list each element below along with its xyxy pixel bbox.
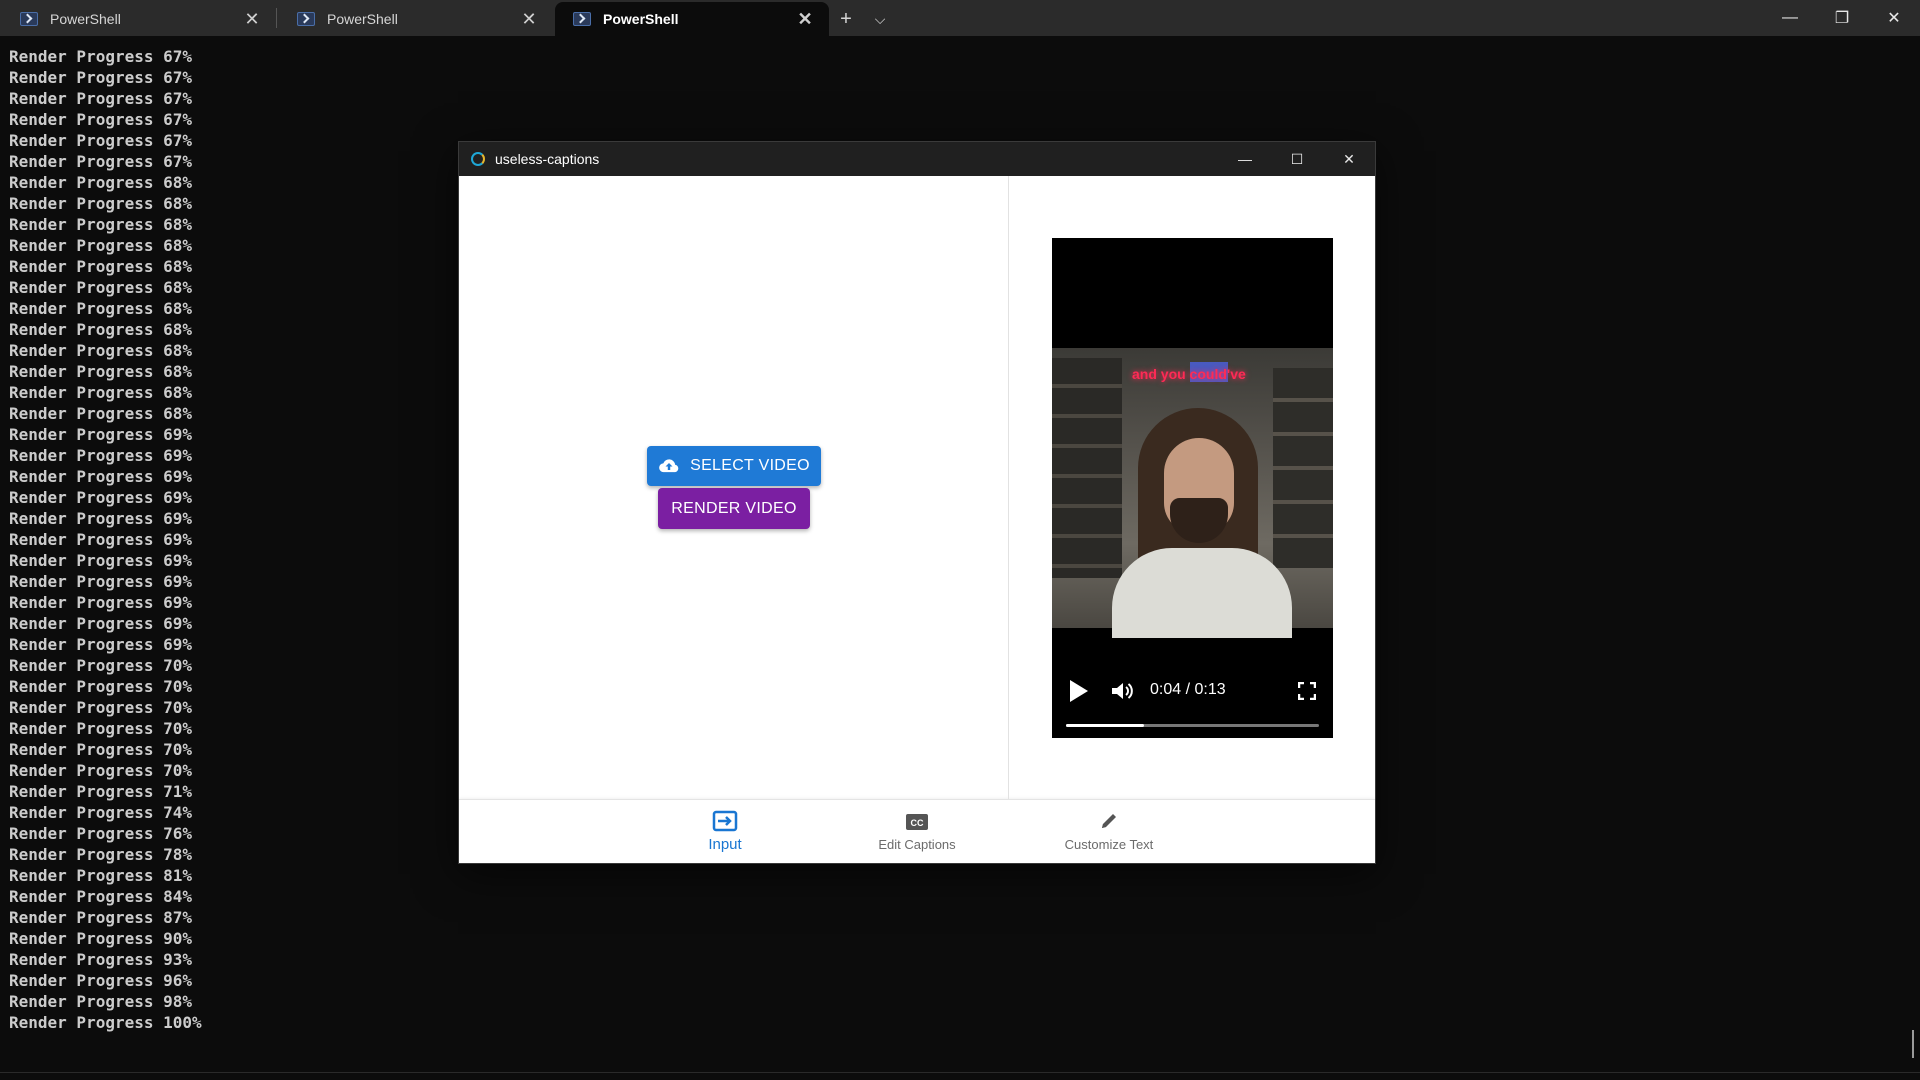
video-time: 0:04 / 0:13 (1150, 681, 1226, 698)
closed-captions-icon: CC (906, 814, 928, 830)
app-window-controls: — ☐ ✕ (1219, 142, 1375, 176)
terminal-line: Render Progress 90% (9, 929, 193, 948)
tab-powershell-3[interactable]: PowerShell ✕ (555, 2, 829, 36)
close-icon[interactable]: ✕ (1323, 142, 1375, 176)
tab-label: PowerShell (603, 11, 679, 27)
restore-icon[interactable]: ❐ (1816, 0, 1868, 36)
new-tab-icon[interactable]: + (829, 2, 863, 36)
terminal-line: Render Progress 98% (9, 992, 193, 1011)
terminal-line: Render Progress 100% (9, 1013, 202, 1032)
tab-label: PowerShell (50, 11, 121, 27)
terminal-line: Render Progress 67% (9, 89, 193, 108)
video-player[interactable]: and you could've 0:04 / 0:13 (1052, 238, 1333, 738)
close-icon[interactable]: ✕ (519, 9, 539, 29)
tab-separator (276, 8, 277, 28)
terminal-line: Render Progress 93% (9, 950, 193, 969)
close-icon[interactable]: ✕ (242, 9, 262, 29)
select-video-label: SELECT VIDEO (690, 457, 810, 474)
terminal-line: Render Progress 67% (9, 68, 193, 87)
select-video-button[interactable]: SELECT VIDEO (647, 446, 821, 486)
nav-input[interactable]: Input (629, 800, 821, 863)
scrollbar-thumb[interactable] (1912, 1030, 1914, 1058)
pencil-icon (1102, 814, 1116, 828)
render-video-label: RENDER VIDEO (671, 499, 797, 517)
terminal-line: Render Progress 84% (9, 887, 193, 906)
render-video-button[interactable]: RENDER VIDEO (658, 488, 810, 529)
minimize-icon[interactable]: — (1764, 0, 1816, 36)
close-window-icon[interactable]: ✕ (1868, 0, 1920, 36)
nav-edit-captions[interactable]: CC Edit Captions (821, 800, 1013, 863)
app-titlebar: useless-captions — ☐ ✕ (459, 142, 1375, 176)
input-pane: SELECT VIDEO RENDER VIDEO (459, 176, 1009, 799)
window-controls: — ❐ ✕ (1764, 0, 1920, 36)
fullscreen-icon[interactable] (1298, 682, 1316, 700)
maximize-icon[interactable]: ☐ (1271, 142, 1323, 176)
terminal-bottom-border (0, 1072, 1920, 1073)
chevron-down-icon[interactable]: ⌵ (863, 2, 897, 36)
caption-overlay: and you could've (1132, 366, 1246, 382)
close-icon[interactable]: ✕ (795, 9, 815, 29)
app-title: useless-captions (495, 151, 600, 167)
powershell-icon (297, 12, 315, 26)
app-logo-icon (471, 152, 485, 166)
nav-input-label: Input (708, 836, 742, 853)
preview-pane: and you could've 0:04 / 0:13 (1009, 176, 1375, 799)
terminal-line: Render Progress 67% (9, 110, 193, 129)
play-icon[interactable] (1070, 680, 1088, 702)
cloud-upload-icon (659, 459, 679, 473)
powershell-icon (573, 12, 591, 26)
video-shirt (1112, 548, 1292, 638)
video-controls: 0:04 / 0:13 (1052, 658, 1333, 738)
app-window: useless-captions — ☐ ✕ SELECT VIDEO REND… (458, 141, 1376, 864)
terminal-line: Render Progress 96% (9, 971, 193, 990)
bottom-navigation: Input CC Edit Captions Customize Text (459, 799, 1375, 863)
tab-powershell-1[interactable]: PowerShell ✕ (2, 2, 276, 36)
video-seek-fill (1066, 724, 1145, 727)
app-body: SELECT VIDEO RENDER VIDEO and you could'… (459, 176, 1375, 799)
tab-label: PowerShell (327, 11, 398, 27)
powershell-icon (20, 12, 38, 26)
video-shelf (1273, 368, 1333, 568)
terminal-line: Render Progress 67% (9, 47, 193, 66)
input-icon (712, 810, 738, 832)
nav-customize-text[interactable]: Customize Text (1013, 800, 1205, 863)
minimize-icon[interactable]: — (1219, 142, 1271, 176)
volume-icon[interactable] (1110, 680, 1134, 702)
video-seek-bar[interactable] (1066, 724, 1319, 727)
terminal-line: Render Progress 81% (9, 866, 193, 885)
terminal-tab-bar: PowerShell ✕ PowerShell ✕ PowerShell ✕ +… (0, 0, 1920, 36)
nav-customize-text-label: Customize Text (1064, 837, 1154, 852)
tab-powershell-2[interactable]: PowerShell ✕ (279, 2, 553, 36)
nav-edit-captions-label: Edit Captions (878, 837, 956, 852)
video-shelf (1052, 358, 1122, 578)
terminal-line: Render Progress 87% (9, 908, 193, 927)
video-frame: and you could've (1052, 348, 1333, 638)
svg-text:CC: CC (911, 818, 924, 828)
